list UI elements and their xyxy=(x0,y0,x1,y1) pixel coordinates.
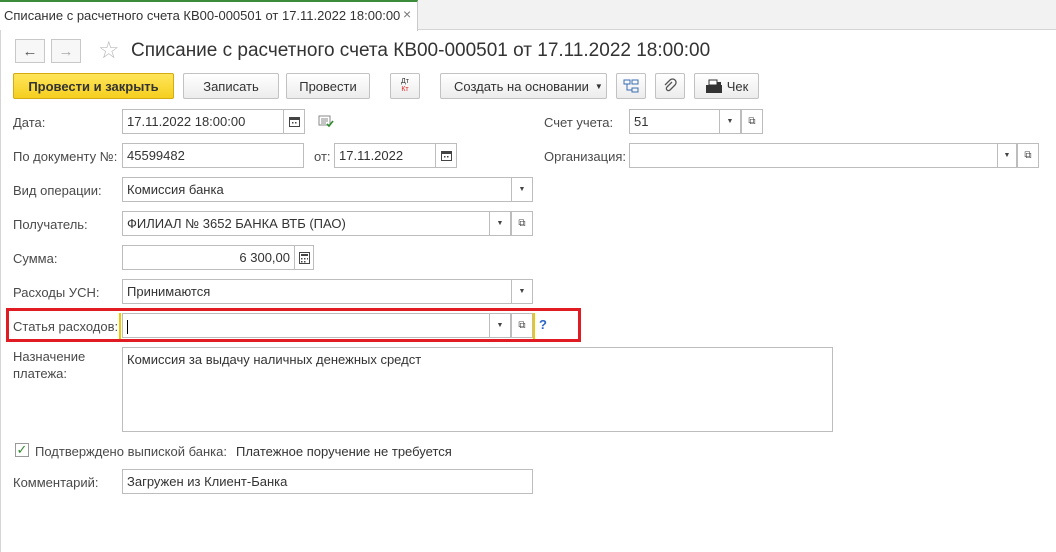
star-icon[interactable]: ☆ xyxy=(98,36,120,65)
dtkt-icon-bottom: Кт xyxy=(401,86,409,93)
calculator-button[interactable] xyxy=(294,245,314,270)
text-cursor xyxy=(127,319,128,334)
open-form-icon: ⧉ xyxy=(748,116,756,127)
cash-register-icon xyxy=(705,79,722,93)
paperclip-icon xyxy=(664,78,677,92)
structure-icon xyxy=(623,79,639,93)
from-date-field[interactable]: 17.11.2022 xyxy=(334,143,436,168)
expense-item-label: Статья расходов: xyxy=(13,319,119,334)
usn-expenses-dropdown-button[interactable]: ▼ xyxy=(511,279,533,304)
recipient-open-button[interactable]: ⧉ xyxy=(511,211,533,236)
help-icon[interactable]: ? xyxy=(539,317,547,332)
purpose-label-line1: Назначение xyxy=(13,349,86,364)
receipt-label: Чек xyxy=(726,78,749,94)
recipient-field[interactable]: ФИЛИАЛ № 3652 БАНКА ВТБ (ПАО) xyxy=(122,211,490,236)
date-label: Дата: xyxy=(13,115,46,130)
expense-item-open-button[interactable]: ⧉ xyxy=(511,313,533,338)
usn-expenses-field[interactable]: Принимаются xyxy=(122,279,512,304)
organization-dropdown-button[interactable]: ▼ xyxy=(997,143,1017,168)
purpose-label-line2: платежа: xyxy=(13,366,67,381)
usn-expenses-label: Расходы УСН: xyxy=(13,285,100,300)
account-open-button[interactable]: ⧉ xyxy=(741,109,763,134)
open-form-icon: ⧉ xyxy=(1024,150,1032,161)
organization-open-button[interactable]: ⧉ xyxy=(1017,143,1039,168)
chevron-down-icon: ▼ xyxy=(726,118,734,125)
doc-number-label: По документу №: xyxy=(13,149,118,164)
organization-label: Организация: xyxy=(544,149,627,164)
create-based-on-button[interactable]: Создать на основании ▼ xyxy=(440,73,607,99)
chevron-down-icon: ▼ xyxy=(496,322,504,329)
organization-field[interactable] xyxy=(629,143,998,168)
page-title: Списание с расчетного счета КВ00-000501 … xyxy=(131,40,711,61)
dtkt-icon-top: Дт xyxy=(401,78,409,85)
from-date-calendar-button[interactable] xyxy=(435,143,457,168)
required-marker xyxy=(119,313,121,339)
from-date-label: от: xyxy=(314,149,331,164)
calendar-icon xyxy=(440,151,452,161)
account-field[interactable]: 51 xyxy=(629,109,720,134)
account-label: Счет учета: xyxy=(544,115,614,130)
expense-item-field[interactable] xyxy=(122,313,490,338)
operation-type-dropdown-button[interactable]: ▼ xyxy=(511,177,533,202)
chevron-down-icon: ▼ xyxy=(518,186,526,193)
expense-item-dropdown-button[interactable]: ▼ xyxy=(489,313,511,338)
checkmark-icon: ✓ xyxy=(16,442,28,457)
post-button[interactable]: Провести xyxy=(286,73,370,99)
left-border xyxy=(0,30,1,552)
operation-type-field[interactable]: Комиссия банка xyxy=(122,177,512,202)
structure-button[interactable] xyxy=(616,73,646,99)
sum-field[interactable]: 6 300,00 xyxy=(122,245,295,270)
forward-button[interactable]: → xyxy=(51,39,81,63)
purpose-textarea[interactable]: Комиссия за выдачу наличных денежных сре… xyxy=(122,347,833,432)
sum-label: Сумма: xyxy=(13,251,58,266)
document-list-icon[interactable] xyxy=(318,114,335,131)
confirmed-checkbox[interactable]: ✓ xyxy=(15,442,29,457)
dropdown-arrow-icon: ▼ xyxy=(594,81,603,91)
tab-document[interactable]: Списание с расчетного счета КВ00-000501 … xyxy=(0,0,418,31)
payment-order-note: Платежное поручение не требуется xyxy=(236,444,452,459)
confirmed-label: Подтверждено выпиской банка: xyxy=(35,444,227,459)
date-field[interactable]: 17.11.2022 18:00:00 xyxy=(122,109,284,134)
comment-label: Комментарий: xyxy=(13,475,99,490)
chevron-down-icon: ▼ xyxy=(496,220,504,227)
chevron-down-icon: ▼ xyxy=(518,288,526,295)
create-based-on-label: Создать на основании xyxy=(454,78,589,94)
arrow-right-icon: → xyxy=(58,42,74,60)
post-and-close-button[interactable]: Провести и закрыть xyxy=(13,73,174,99)
close-icon[interactable]: × xyxy=(403,6,411,22)
arrow-left-icon: ← xyxy=(22,42,38,60)
required-marker-right xyxy=(533,313,535,339)
tab-title: Списание с расчетного счета КВ00-000501 … xyxy=(4,8,401,23)
open-form-icon: ⧉ xyxy=(518,320,526,331)
chevron-down-icon: ▼ xyxy=(1003,152,1011,159)
receipt-button[interactable]: Чек xyxy=(694,73,759,99)
recipient-dropdown-button[interactable]: ▼ xyxy=(489,211,511,236)
recipient-label: Получатель: xyxy=(13,217,88,232)
dtkt-button[interactable]: Дт Кт xyxy=(390,73,420,99)
calendar-icon xyxy=(288,117,300,127)
operation-type-label: Вид операции: xyxy=(13,183,102,198)
doc-number-field[interactable]: 45599482 xyxy=(122,143,304,168)
back-button[interactable]: ← xyxy=(15,39,45,63)
comment-field[interactable]: Загружен из Клиент-Банка xyxy=(122,469,533,494)
save-button[interactable]: Записать xyxy=(183,73,279,99)
open-form-icon: ⧉ xyxy=(518,218,526,229)
calculator-icon xyxy=(298,251,310,264)
attach-button[interactable] xyxy=(655,73,685,99)
calendar-button[interactable] xyxy=(283,109,305,134)
account-dropdown-button[interactable]: ▼ xyxy=(719,109,741,134)
